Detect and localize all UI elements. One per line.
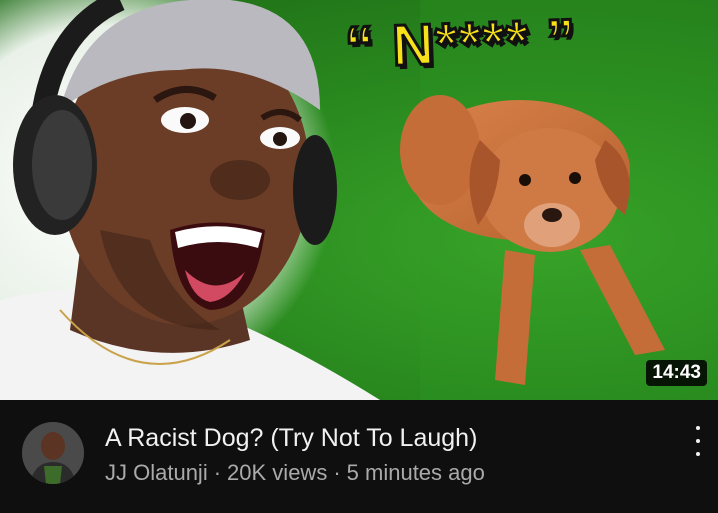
video-title[interactable]: A Racist Dog? (Try Not To Laugh) (105, 422, 477, 454)
separator: · (213, 460, 222, 485)
duration-badge: 14:43 (646, 360, 707, 386)
video-thumbnail[interactable]: “ N**** ” 14:43 (0, 0, 718, 400)
separator: · (333, 460, 341, 485)
avatar-image (22, 422, 84, 484)
channel-name[interactable]: JJ Olatunji (105, 460, 208, 485)
thumbnail-caption: “ N**** ” (342, 5, 579, 81)
menu-dot (696, 426, 700, 430)
video-card[interactable]: “ N**** ” 14:43 A Racist Dog? (Try Not T… (0, 0, 718, 513)
more-vert-icon[interactable] (690, 426, 706, 456)
channel-avatar[interactable] (22, 422, 84, 484)
video-meta: A Racist Dog? (Try Not To Laugh) JJ Olat… (0, 400, 718, 513)
video-details: JJ Olatunji · 20K views · 5 minutes ago (105, 458, 485, 488)
view-count: 20K views (227, 460, 328, 485)
menu-dot (696, 452, 700, 456)
upload-age: 5 minutes ago (346, 460, 485, 485)
menu-dot (696, 439, 700, 443)
